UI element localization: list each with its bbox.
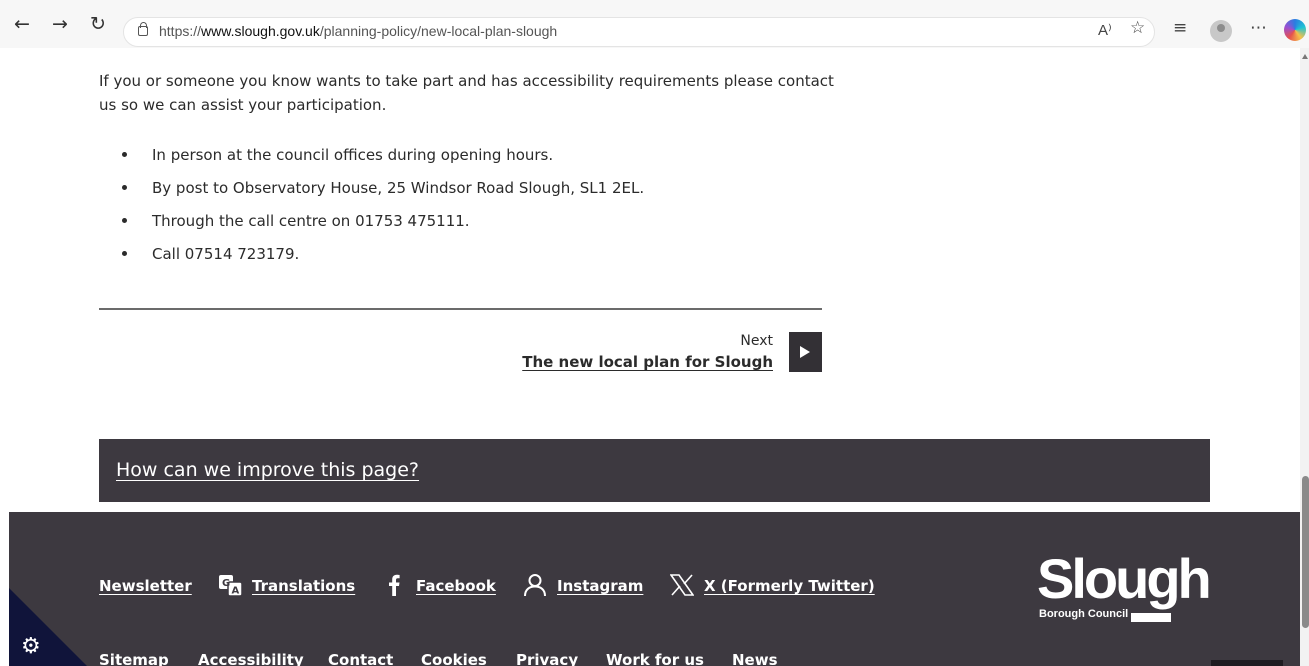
intro-paragraph: If you or someone you know wants to take… (99, 72, 834, 114)
logo-subtitle: Borough Council (1039, 608, 1129, 620)
profile-icon[interactable] (1210, 20, 1232, 42)
scrollbar-thumb[interactable] (1302, 476, 1309, 628)
sitemap-link[interactable]: Sitemap (99, 651, 169, 666)
url-prefix: https:// (159, 23, 202, 39)
list-item: By post to Observatory House, 25 Windsor… (122, 176, 644, 209)
list-item: Through the call centre on 01753 475111. (122, 209, 644, 242)
translations-link[interactable]: Translations (252, 577, 355, 595)
newsletter-link[interactable]: Newsletter (99, 577, 192, 595)
next-page-button[interactable] (789, 332, 822, 372)
list-item: In person at the council offices during … (122, 143, 644, 176)
read-aloud-icon[interactable]: A⁾ (1098, 21, 1112, 39)
favorites-list-icon[interactable]: ≡ (1173, 18, 1187, 38)
cookies-link[interactable]: Cookies (421, 651, 487, 666)
url-domain: www.slough.gov.uk (201, 23, 320, 39)
news-link[interactable]: News (732, 651, 778, 666)
url-text[interactable]: https://www.slough.gov.uk/planning-polic… (159, 23, 557, 39)
back-icon[interactable]: ← (10, 12, 34, 36)
list-item: Call 07514 723179. (122, 242, 644, 275)
play-arrow-icon (800, 346, 810, 358)
privacy-link[interactable]: Privacy (516, 651, 578, 666)
logo-bar (1131, 613, 1171, 622)
instagram-link[interactable]: Instagram (557, 577, 643, 595)
logo-wordmark: Slough (1037, 547, 1212, 610)
svg-text:G: G (222, 578, 230, 589)
gear-icon[interactable]: ⚙ (21, 636, 41, 658)
contact-link[interactable]: Contact (328, 651, 393, 666)
refresh-icon[interactable]: ↻ (86, 12, 110, 36)
work-for-us-link[interactable]: Work for us (606, 651, 704, 666)
contact-options-list: In person at the council offices during … (122, 143, 644, 275)
improve-page-link[interactable]: How can we improve this page? (116, 459, 419, 481)
next-label: Next (740, 333, 773, 349)
content-divider (99, 308, 822, 310)
address-bar[interactable]: https://www.slough.gov.uk/planning-polic… (123, 17, 1155, 47)
next-page-link[interactable]: The new local plan for Slough (480, 353, 773, 371)
x-twitter-link[interactable]: X (Formerly Twitter) (704, 577, 875, 595)
feedback-banner: How can we improve this page? (99, 439, 1210, 502)
forward-icon[interactable]: → (48, 12, 72, 36)
svg-text:A: A (232, 586, 240, 597)
favorite-star-icon[interactable]: ☆ (1130, 18, 1145, 38)
browser-toolbar: ← → ↻ https://www.slough.gov.uk/planning… (0, 0, 1309, 48)
back-to-top-button[interactable] (1211, 660, 1283, 666)
facebook-link[interactable]: Facebook (416, 577, 496, 595)
lock-icon[interactable] (138, 22, 148, 36)
copilot-icon[interactable] (1284, 19, 1306, 41)
accessibility-link[interactable]: Accessibility (198, 651, 304, 666)
translate-icon: G A (219, 575, 243, 597)
instagram-icon (524, 574, 546, 597)
x-twitter-icon (670, 574, 694, 596)
facebook-icon (389, 574, 400, 596)
scroll-up-icon[interactable] (1302, 54, 1308, 59)
slough-borough-council-logo[interactable]: Slough Borough Council (1037, 547, 1212, 626)
url-path: /planning-policy/new-local-plan-slough (319, 23, 558, 39)
more-icon[interactable]: ⋯ (1250, 18, 1267, 38)
